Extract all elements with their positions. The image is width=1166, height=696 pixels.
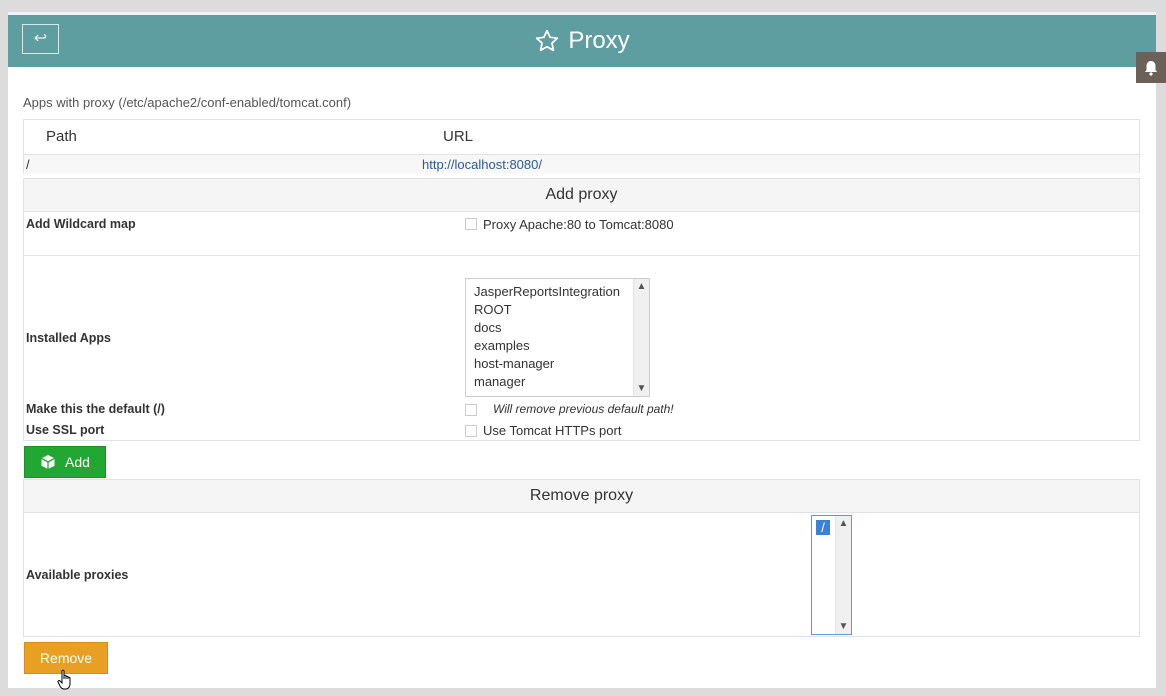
page-title: Proxy: [568, 27, 630, 54]
bell-icon: [1145, 60, 1157, 76]
proxy-table: Path URL / http://localhost:8080/: [23, 119, 1140, 173]
notification-button[interactable]: [1136, 52, 1166, 83]
column-header-url: URL: [443, 128, 474, 145]
add-proxy-heading: Add proxy: [24, 179, 1139, 212]
list-item[interactable]: manager: [466, 373, 649, 391]
proxy-list-subtitle: Apps with proxy (/etc/apache2/conf-enabl…: [23, 95, 352, 110]
star-outline-icon: [536, 29, 559, 52]
list-item[interactable]: docs: [466, 319, 649, 337]
available-proxies-listbox[interactable]: / ▲ ▼: [811, 515, 852, 635]
list-item[interactable]: ROOT: [466, 301, 649, 319]
default-label: Make this the default (/): [26, 402, 165, 416]
add-button[interactable]: Add: [24, 446, 106, 478]
installed-apps-listbox[interactable]: JasperReportsIntegration ROOT docs examp…: [465, 278, 650, 397]
page-title-wrap: Proxy: [8, 15, 1156, 67]
default-checkbox[interactable]: [465, 404, 477, 416]
ssl-checkbox[interactable]: [465, 425, 477, 437]
hand-cursor-icon: [57, 669, 71, 690]
table-row: / http://localhost:8080/: [24, 154, 1139, 173]
remove-button-label: Remove: [39, 650, 93, 666]
scroll-up-icon[interactable]: ▲: [634, 281, 649, 292]
divider: [24, 255, 1139, 256]
available-proxies-label: Available proxies: [26, 568, 129, 582]
ssl-checkbox-label: Use Tomcat HTTPs port: [483, 423, 622, 438]
add-button-label: Add: [65, 454, 90, 470]
row-path: /: [26, 157, 30, 172]
page-frame: ↩ Proxy Apps with proxy (/etc/apache2/co…: [8, 12, 1156, 690]
scroll-down-icon[interactable]: ▼: [634, 383, 649, 394]
scroll-down-icon[interactable]: ▼: [836, 621, 851, 632]
wildcard-checkbox-label: Proxy Apache:80 to Tomcat:8080: [483, 217, 674, 232]
remove-proxy-panel: Remove proxy Available proxies / ▲ ▼: [23, 479, 1140, 637]
list-item[interactable]: host-manager: [466, 355, 649, 373]
installed-apps-label: Installed Apps: [26, 331, 111, 345]
scroll-up-icon[interactable]: ▲: [836, 518, 851, 529]
wildcard-label: Add Wildcard map: [26, 217, 136, 231]
row-url-link[interactable]: http://localhost:8080/: [422, 157, 542, 172]
header-bar: ↩ Proxy: [8, 12, 1156, 67]
cube-icon: [41, 455, 55, 469]
column-header-path: Path: [46, 128, 77, 145]
wildcard-checkbox[interactable]: [465, 218, 477, 230]
ssl-label: Use SSL port: [26, 423, 105, 437]
listbox-scrollbar[interactable]: ▲ ▼: [835, 516, 851, 634]
default-warning-note: Will remove previous default path!: [493, 402, 674, 416]
list-item[interactable]: examples: [466, 337, 649, 355]
list-item-selected[interactable]: /: [815, 519, 831, 536]
list-item[interactable]: JasperReportsIntegration: [466, 283, 649, 301]
add-proxy-panel: Add proxy Add Wildcard map Proxy Apache:…: [23, 178, 1140, 441]
remove-proxy-heading: Remove proxy: [24, 480, 1139, 513]
listbox-scrollbar[interactable]: ▲ ▼: [633, 279, 649, 396]
